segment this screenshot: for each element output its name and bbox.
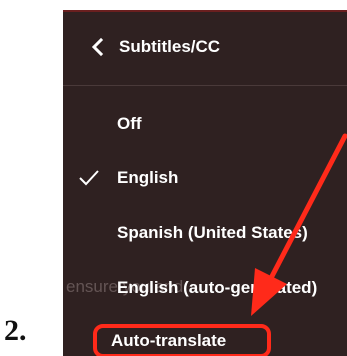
menu-item-english-auto-generated[interactable]: English (auto-generated) (63, 268, 347, 308)
menu-item-label: English (auto-generated) (117, 278, 318, 297)
menu-item-off[interactable]: Off (63, 104, 347, 144)
menu-title: Subtitles/CC (119, 37, 221, 56)
checkmark-icon (78, 169, 100, 187)
menu-item-label: Spanish (United States) (117, 223, 308, 242)
menu-item-spanish-united-states[interactable]: Spanish (United States) (63, 213, 347, 253)
menu-item-label: Off (117, 114, 142, 133)
screenshot-stage: 2. Subtitles/CC ensure you and Off Engli… (0, 0, 347, 356)
subtitles-menu-panel: Subtitles/CC ensure you and Off English … (63, 10, 347, 356)
step-number: 2. (4, 314, 27, 347)
chevron-left-icon[interactable] (88, 37, 108, 57)
menu-item-english[interactable]: English (63, 158, 347, 198)
menu-header: Subtitles/CC (63, 10, 347, 86)
auto-translate-highlight (93, 324, 271, 356)
menu-item-label: English (117, 168, 179, 187)
